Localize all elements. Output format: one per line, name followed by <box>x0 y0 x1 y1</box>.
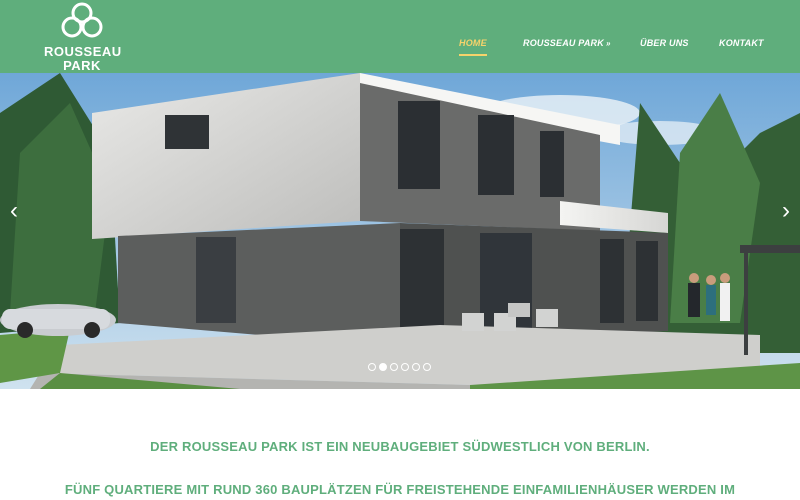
slider-pagination <box>368 363 431 373</box>
hero-slider: ‹ › <box>0 73 800 389</box>
nav-home[interactable]: HOME <box>459 38 487 56</box>
dropdown-chevron-icon: » <box>605 39 611 48</box>
main-nav: HOME ROUSSEAU PARK» ÜBER UNS KONTAKT <box>0 38 800 60</box>
intro-headline: DER ROUSSEAU PARK IST EIN NEUBAUGEBIET S… <box>150 439 650 454</box>
slider-prev-arrow-icon[interactable]: ‹ <box>4 198 24 224</box>
logo[interactable]: ROUSSEAU PARK <box>44 2 121 73</box>
nav-rousseau-park[interactable]: ROUSSEAU PARK» <box>523 38 611 48</box>
slider-next-arrow-icon[interactable]: › <box>776 198 796 224</box>
nav-rousseau-park-label: ROUSSEAU PARK <box>523 38 604 48</box>
slider-dot-1[interactable] <box>368 363 376 371</box>
intro-subline: FÜNF QUARTIERE MIT RUND 360 BAUPLÄTZEN F… <box>64 482 736 497</box>
nav-ueber-uns[interactable]: ÜBER UNS <box>640 38 689 48</box>
nav-kontakt[interactable]: KONTAKT <box>719 38 764 48</box>
slider-dot-5[interactable] <box>412 363 420 371</box>
slider-dot-4[interactable] <box>401 363 409 371</box>
slider-dot-6[interactable] <box>423 363 431 371</box>
hero-image <box>0 73 800 389</box>
logo-text-line2: PARK <box>63 58 101 73</box>
slider-dot-3[interactable] <box>390 363 398 371</box>
slider-dot-2[interactable] <box>379 363 387 371</box>
intro-section: DER ROUSSEAU PARK IST EIN NEUBAUGEBIET S… <box>0 389 800 500</box>
logo-mark-icon <box>61 2 103 38</box>
site-header: ROUSSEAU PARK HOME ROUSSEAU PARK» ÜBER U… <box>0 0 800 73</box>
